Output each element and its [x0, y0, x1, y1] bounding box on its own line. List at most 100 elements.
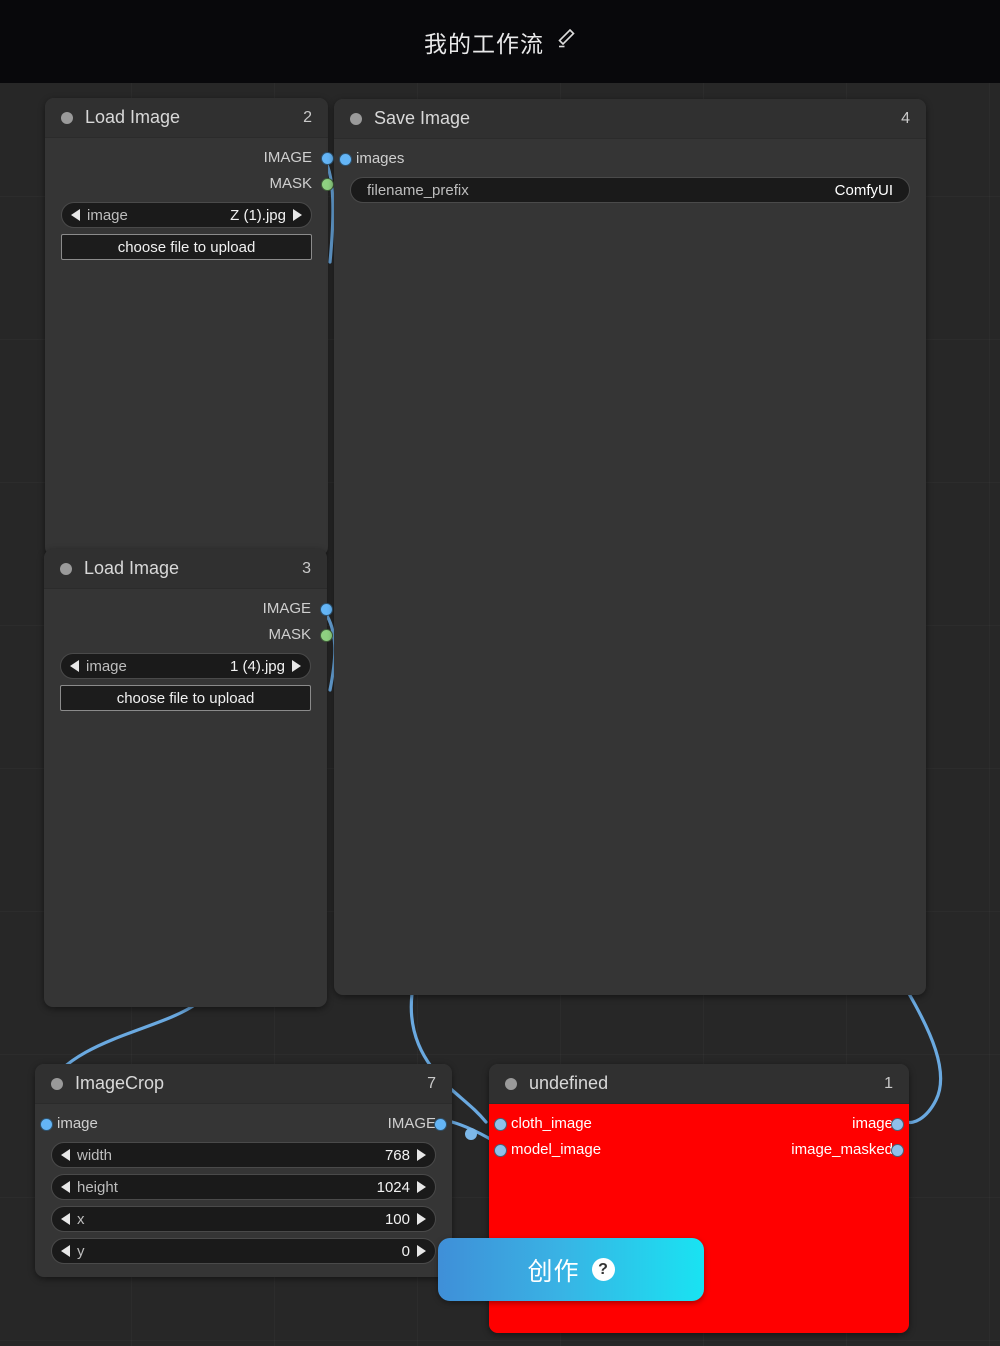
pencil-icon[interactable]	[556, 28, 576, 55]
app-header: 我的工作流	[0, 0, 1000, 83]
node-header[interactable]: Save Image 4	[334, 99, 926, 139]
widget-value: Z (1).jpg	[230, 206, 286, 224]
images-input-dot-icon[interactable]	[339, 152, 352, 166]
node-header[interactable]: undefined 1	[489, 1064, 909, 1104]
link-midpoint-dot	[465, 1128, 477, 1140]
widget-image-combo[interactable]: image 1 (4).jpg	[60, 653, 311, 679]
slot-label-input: image	[57, 1114, 98, 1132]
node-save-image-4[interactable]: Save Image 4 images filename_prefix Comf…	[334, 99, 926, 995]
node-body: images filename_prefix ComfyUI	[334, 139, 926, 219]
output-slot-image[interactable]: IMAGE	[44, 595, 333, 621]
widget-filename-prefix[interactable]: filename_prefix ComfyUI	[350, 177, 910, 203]
increment-arrow-icon[interactable]	[417, 1149, 426, 1161]
decrement-arrow-icon[interactable]	[61, 1149, 70, 1161]
slot-row-image[interactable]: image IMAGE	[35, 1110, 452, 1136]
collapse-dot-icon[interactable]	[350, 112, 362, 125]
output-slot-mask[interactable]: MASK	[44, 621, 333, 647]
image-output-dot-icon[interactable]	[319, 602, 333, 616]
node-imagecrop-7[interactable]: ImageCrop 7 image IMAGE width 768 height	[35, 1064, 452, 1277]
widget-value: ComfyUI	[834, 181, 893, 199]
increment-arrow-icon[interactable]	[417, 1213, 426, 1225]
model-image-input-dot-icon[interactable]	[494, 1143, 507, 1157]
widget-value: 768	[384, 1146, 410, 1164]
node-header[interactable]: ImageCrop 7	[35, 1064, 452, 1104]
choose-file-to-upload-button[interactable]: choose file to upload	[60, 685, 311, 711]
widget-label: filename_prefix	[367, 181, 469, 199]
page-title: 我的工作流	[424, 30, 544, 57]
decrement-arrow-icon[interactable]	[71, 209, 80, 221]
decrement-arrow-icon[interactable]	[61, 1245, 70, 1257]
widget-label: x	[77, 1210, 85, 1228]
question-mark-icon[interactable]: ?	[591, 1258, 615, 1281]
widget-y[interactable]: y 0	[51, 1238, 436, 1264]
slot-label-output: IMAGE	[387, 1114, 436, 1132]
collapse-dot-icon[interactable]	[51, 1077, 63, 1090]
image-input-dot-icon[interactable]	[40, 1117, 53, 1131]
node-title: undefined	[529, 1073, 609, 1093]
widget-label: image	[86, 657, 127, 675]
increment-arrow-icon[interactable]	[292, 660, 301, 672]
cloth-image-input-dot-icon[interactable]	[494, 1117, 507, 1131]
increment-arrow-icon[interactable]	[417, 1181, 426, 1193]
node-title: Save Image	[374, 108, 471, 128]
node-body: image IMAGE width 768 height 1024 x 100 …	[35, 1104, 452, 1280]
widget-label: height	[77, 1178, 118, 1196]
widget-label: y	[77, 1242, 85, 1260]
widget-label: image	[87, 206, 128, 224]
slot-label: MASK	[269, 174, 312, 192]
widget-value: 1 (4).jpg	[229, 657, 285, 675]
increment-arrow-icon[interactable]	[417, 1245, 426, 1257]
node-title: Load Image	[84, 558, 180, 578]
node-id: 4	[901, 109, 910, 127]
node-id: 3	[302, 559, 311, 577]
slot-label-output: image_masked	[791, 1140, 893, 1158]
widget-value: 0	[401, 1242, 410, 1260]
output-slot-image[interactable]: IMAGE	[45, 144, 334, 170]
slot-label: MASK	[268, 625, 311, 643]
node-title: ImageCrop	[75, 1073, 165, 1093]
mask-output-dot-icon[interactable]	[319, 628, 333, 642]
node-body: IMAGE MASK image Z (1).jpg choose file t…	[45, 138, 334, 274]
decrement-arrow-icon[interactable]	[70, 660, 79, 672]
slot-label: IMAGE	[262, 599, 311, 617]
decrement-arrow-icon[interactable]	[61, 1181, 70, 1193]
collapse-dot-icon[interactable]	[505, 1077, 517, 1090]
image-output-dot-icon[interactable]	[891, 1117, 904, 1131]
node-header[interactable]: Load Image 2	[45, 98, 328, 138]
create-button-label: 创作	[527, 1257, 580, 1286]
collapse-dot-icon[interactable]	[60, 562, 72, 575]
slot-label: IMAGE	[263, 148, 312, 166]
slot-row-cloth-image[interactable]: cloth_image image	[489, 1110, 909, 1136]
node-id: 1	[884, 1074, 893, 1092]
mask-output-dot-icon[interactable]	[320, 177, 334, 191]
decrement-arrow-icon[interactable]	[61, 1213, 70, 1225]
slot-label: images	[356, 149, 405, 167]
link-saveimage-to-rednode	[906, 990, 943, 1125]
node-load-image-3[interactable]: Load Image 3 IMAGE MASK image 1 (4).jpg …	[44, 549, 333, 1007]
node-id: 2	[303, 108, 312, 126]
node-title: Load Image	[85, 107, 181, 127]
image-output-dot-icon[interactable]	[320, 151, 334, 165]
image-masked-output-dot-icon[interactable]	[891, 1143, 904, 1157]
node-load-image-2[interactable]: Load Image 2 IMAGE MASK image Z (1).jpg …	[45, 98, 334, 556]
widget-value: 1024	[376, 1178, 410, 1196]
slot-label-input: cloth_image	[511, 1114, 592, 1132]
create-button[interactable]: 创作 ?	[438, 1238, 704, 1301]
node-body: IMAGE MASK image 1 (4).jpg choose file t…	[44, 589, 333, 725]
widget-width[interactable]: width 768	[51, 1142, 436, 1168]
widget-image-combo[interactable]: image Z (1).jpg	[61, 202, 312, 228]
increment-arrow-icon[interactable]	[293, 209, 302, 221]
input-slot-images[interactable]: images	[334, 145, 926, 171]
collapse-dot-icon[interactable]	[61, 111, 73, 124]
slot-label-output: image	[852, 1114, 893, 1132]
widget-x[interactable]: x 100	[51, 1206, 436, 1232]
slot-row-model-image[interactable]: model_image image_masked	[489, 1136, 909, 1162]
widget-height[interactable]: height 1024	[51, 1174, 436, 1200]
image-output-dot-icon[interactable]	[434, 1117, 447, 1131]
widget-label: width	[77, 1146, 113, 1164]
node-header[interactable]: Load Image 3	[44, 549, 327, 589]
node-id: 7	[427, 1074, 436, 1092]
output-slot-mask[interactable]: MASK	[45, 170, 334, 196]
choose-file-to-upload-button[interactable]: choose file to upload	[61, 234, 312, 260]
widget-value: 100	[384, 1210, 410, 1228]
